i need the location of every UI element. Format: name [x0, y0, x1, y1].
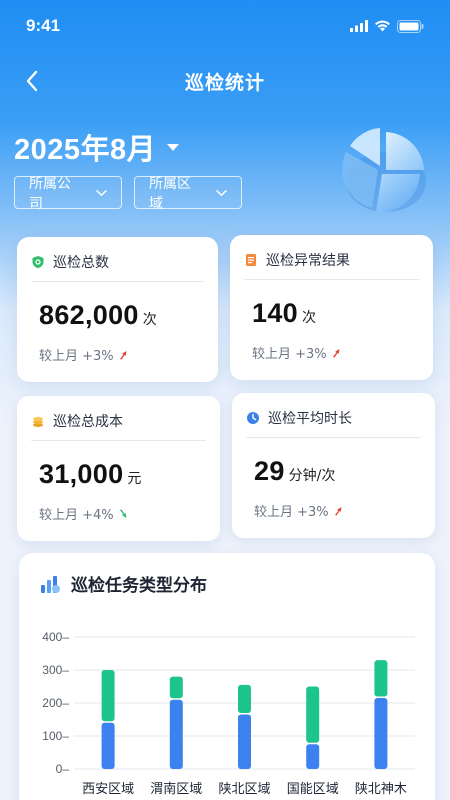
bar-segment-1[interactable]	[101, 722, 115, 769]
trend-down-icon	[119, 509, 127, 518]
card-title: 巡检总成本	[53, 414, 123, 430]
status-icons	[350, 19, 424, 33]
y-tick-label: 300–	[42, 663, 69, 677]
card-title: 巡检异常结果	[266, 253, 350, 269]
y-tick-label: 400–	[42, 630, 69, 644]
back-button[interactable]	[16, 64, 48, 98]
card-value-row: 140 次	[230, 298, 433, 329]
status-bar: 9:41	[0, 0, 450, 52]
bar-segment-2[interactable]	[374, 660, 388, 697]
trend-up-icon	[119, 350, 127, 359]
navbar: 巡检统计	[0, 58, 450, 104]
card-header: 巡检异常结果	[230, 235, 433, 273]
chart-header: 巡检任务类型分布	[19, 553, 435, 596]
card-unit: 次	[301, 310, 316, 326]
coins-icon	[33, 417, 43, 427]
month-selector[interactable]: 2025年8月	[14, 126, 180, 168]
card-title: 巡检平均时长	[268, 411, 352, 427]
compare-text: 较上月 +3%	[252, 347, 327, 362]
card-value: 862,000	[39, 300, 139, 330]
bar-segment-1[interactable]	[374, 698, 388, 769]
compare-text: 较上月 +3%	[39, 349, 114, 364]
chart-title: 巡检任务类型分布	[71, 576, 207, 596]
divider	[31, 440, 206, 441]
card-unit: 分钟/次	[288, 468, 336, 484]
y-tick-label: 200–	[42, 696, 69, 710]
card-compare: 较上月 +3%	[232, 501, 435, 520]
y-tick-label: 0–	[56, 762, 70, 776]
status-time: 9:41	[26, 16, 61, 35]
compare-text: 较上月 +3%	[254, 505, 329, 520]
shield-check-icon	[32, 256, 44, 269]
card-value: 31,000	[39, 459, 124, 489]
clock-icon	[247, 412, 259, 424]
battery-icon	[397, 19, 424, 33]
card-unit: 元	[127, 471, 142, 487]
y-tick-label: 100–	[42, 729, 69, 743]
bar-chart-icon	[41, 575, 60, 593]
card-header: 巡检总数	[17, 237, 218, 275]
x-tick-label: 陕北区域	[218, 782, 270, 797]
bar-segment-1[interactable]	[238, 714, 251, 769]
bar-segment-1[interactable]	[169, 699, 183, 769]
bar-segment-2[interactable]	[238, 684, 251, 714]
company-filter[interactable]: 所属公司	[14, 176, 122, 212]
page-title: 巡检统计	[184, 71, 265, 94]
trend-up-icon	[332, 348, 340, 357]
report-icon	[246, 254, 256, 266]
card-value: 140	[252, 298, 298, 328]
card-compare: 较上月 +4%	[17, 504, 220, 523]
bar-segment-2[interactable]	[169, 676, 183, 699]
card-value-row: 862,000 次	[17, 300, 218, 331]
card-value-row: 31,000 元	[17, 459, 220, 490]
divider	[246, 437, 421, 438]
bar-segment-2[interactable]	[101, 670, 115, 722]
kpi-card-inspection-total[interactable]: 巡检总数 862,000 次 较上月 +3%	[17, 237, 218, 382]
region-filter[interactable]: 所属区域	[134, 176, 242, 212]
wifi-icon	[375, 20, 390, 32]
card-compare: 较上月 +3%	[17, 345, 218, 364]
chevron-down-icon	[216, 189, 227, 196]
company-filter-label: 所属公司	[29, 175, 71, 212]
kpi-card-total-cost[interactable]: 巡检总成本 31,000 元 较上月 +4%	[17, 396, 220, 541]
chart-card: 巡检任务类型分布 0– 100– 200– 300– 400– 西安区域 渭南区域 陕北区域 国…	[19, 553, 435, 800]
card-title: 巡检总数	[53, 255, 109, 271]
filter-bar: 所属公司 所属区域	[14, 176, 242, 212]
card-value-row: 29 分钟/次	[232, 456, 435, 487]
card-unit: 次	[142, 312, 157, 328]
kpi-card-avg-duration[interactable]: 巡检平均时长 29 分钟/次 较上月 +3%	[232, 393, 435, 538]
x-tick-label: 陕北神木	[355, 782, 407, 797]
chevron-left-icon	[26, 70, 38, 92]
region-filter-label: 所属区域	[149, 175, 191, 212]
bar-segment-2[interactable]	[306, 686, 320, 743]
compare-text: 较上月 +4%	[39, 508, 114, 523]
divider	[244, 279, 419, 280]
card-header: 巡检平均时长	[232, 393, 435, 431]
card-header: 巡检总成本	[17, 396, 220, 434]
month-label: 2025年8月	[14, 134, 157, 166]
kpi-card-abnormal-results[interactable]: 巡检异常结果 140 次 较上月 +3%	[230, 235, 433, 380]
x-tick-label: 国能区域	[287, 782, 339, 797]
trend-up-icon	[334, 506, 342, 515]
x-tick-label: 渭南区域	[150, 781, 202, 797]
card-value: 29	[254, 456, 285, 486]
card-compare: 较上月 +3%	[230, 343, 433, 362]
x-tick-label: 西安区域	[82, 782, 134, 797]
caret-down-icon	[167, 143, 180, 151]
bar-segment-1[interactable]	[306, 744, 320, 769]
pie-chart-illustration-icon	[342, 128, 426, 213]
stacked-bar-chart: 0– 100– 200– 300– 400– 西安区域 渭南区域 陕北区域 国能区域 陕北神木	[42, 630, 415, 797]
chevron-down-icon	[96, 189, 107, 196]
signal-icon	[350, 20, 368, 32]
divider	[31, 281, 204, 282]
